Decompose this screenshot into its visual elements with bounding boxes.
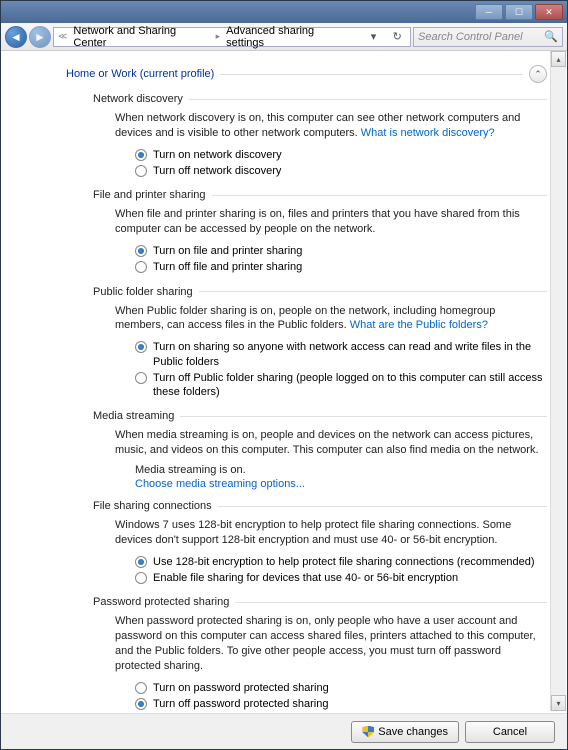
collapse-button[interactable]: ⌃ <box>529 65 547 83</box>
radio-enc40[interactable] <box>135 572 147 584</box>
radio-label[interactable]: Turn off Public folder sharing (people l… <box>153 371 547 400</box>
section-password-protected-sharing: Password protected sharing <box>93 596 547 608</box>
radio-label[interactable]: Turn on password protected sharing <box>153 681 329 695</box>
section-file-printer-sharing: File and printer sharing <box>93 189 547 201</box>
section-description: When password protected sharing is on, o… <box>115 614 547 673</box>
whatis-link[interactable]: What are the Public folders? <box>350 319 488 331</box>
radio-label[interactable]: Use 128-bit encryption to help protect f… <box>153 555 535 569</box>
maximize-button[interactable]: ☐ <box>505 4 533 20</box>
section-media-streaming: Media streaming <box>93 410 547 422</box>
save-changes-button[interactable]: Save changes <box>351 721 459 743</box>
scrollbar[interactable]: ▴ ▾ <box>550 51 566 711</box>
radio-nd-off[interactable] <box>135 165 147 177</box>
footer: Save changes Cancel <box>1 713 567 749</box>
media-status: Media streaming is on. <box>135 464 547 476</box>
navbar: ◄ ► ≪ Network and Sharing Center ▸ Advan… <box>1 23 567 51</box>
radio-label[interactable]: Turn on file and printer sharing <box>153 244 302 258</box>
forward-button[interactable]: ► <box>29 26 51 48</box>
breadcrumb-dropdown[interactable]: ▾ <box>365 30 383 43</box>
radio-enc128[interactable] <box>135 556 147 568</box>
radio-fp-off[interactable] <box>135 261 147 273</box>
section-description: When Public folder sharing is on, people… <box>115 304 547 334</box>
minimize-button[interactable]: ─ <box>475 4 503 20</box>
radio-label[interactable]: Turn off file and printer sharing <box>153 260 302 274</box>
section-file-sharing-connections: File sharing connections <box>93 500 547 512</box>
back-button[interactable]: ◄ <box>5 26 27 48</box>
radio-label[interactable]: Turn off network discovery <box>153 164 281 178</box>
scroll-up-button[interactable]: ▴ <box>551 51 566 67</box>
titlebar: ─ ☐ ✕ <box>1 1 567 23</box>
breadcrumb[interactable]: ≪ Network and Sharing Center ▸ Advanced … <box>53 27 411 47</box>
section-network-discovery: Network discovery <box>93 93 547 105</box>
chevron-left-icon: ≪ <box>58 31 67 42</box>
radio-pf-on[interactable] <box>135 341 147 353</box>
whatis-link[interactable]: What is network discovery? <box>361 127 495 139</box>
scroll-down-button[interactable]: ▾ <box>551 695 566 711</box>
radio-label[interactable]: Turn on network discovery <box>153 148 282 162</box>
radio-label[interactable]: Enable file sharing for devices that use… <box>153 571 458 585</box>
profile-header[interactable]: Home or Work (current profile) ⌃ <box>66 65 547 83</box>
media-options-link[interactable]: Choose media streaming options... <box>135 478 305 490</box>
radio-pw-off[interactable] <box>135 698 147 710</box>
section-description: When media streaming is on, people and d… <box>115 428 547 458</box>
radio-fp-on[interactable] <box>135 245 147 257</box>
section-public-folder-sharing: Public folder sharing <box>93 286 547 298</box>
shield-icon <box>362 726 374 738</box>
search-input[interactable]: Search Control Panel 🔍 <box>413 27 563 47</box>
radio-label[interactable]: Turn on sharing so anyone with network a… <box>153 340 547 369</box>
section-description: Windows 7 uses 128-bit encryption to hel… <box>115 518 547 548</box>
section-description: When network discovery is on, this compu… <box>115 111 547 141</box>
profile-title: Home or Work (current profile) <box>66 68 214 80</box>
breadcrumb-item[interactable]: Network and Sharing Center <box>73 25 209 49</box>
breadcrumb-item[interactable]: Advanced sharing settings <box>226 25 353 49</box>
section-description: When file and printer sharing is on, fil… <box>115 207 547 237</box>
chevron-right-icon: ▸ <box>216 31 221 42</box>
radio-label[interactable]: Turn off password protected sharing <box>153 697 328 711</box>
cancel-button[interactable]: Cancel <box>465 721 555 743</box>
search-icon: 🔍 <box>544 30 558 43</box>
close-button[interactable]: ✕ <box>535 4 563 20</box>
content-area: Home or Work (current profile) ⌃ Network… <box>1 51 567 713</box>
radio-pw-on[interactable] <box>135 682 147 694</box>
refresh-button[interactable]: ↻ <box>388 30 406 43</box>
radio-pf-off[interactable] <box>135 372 147 384</box>
radio-nd-on[interactable] <box>135 149 147 161</box>
